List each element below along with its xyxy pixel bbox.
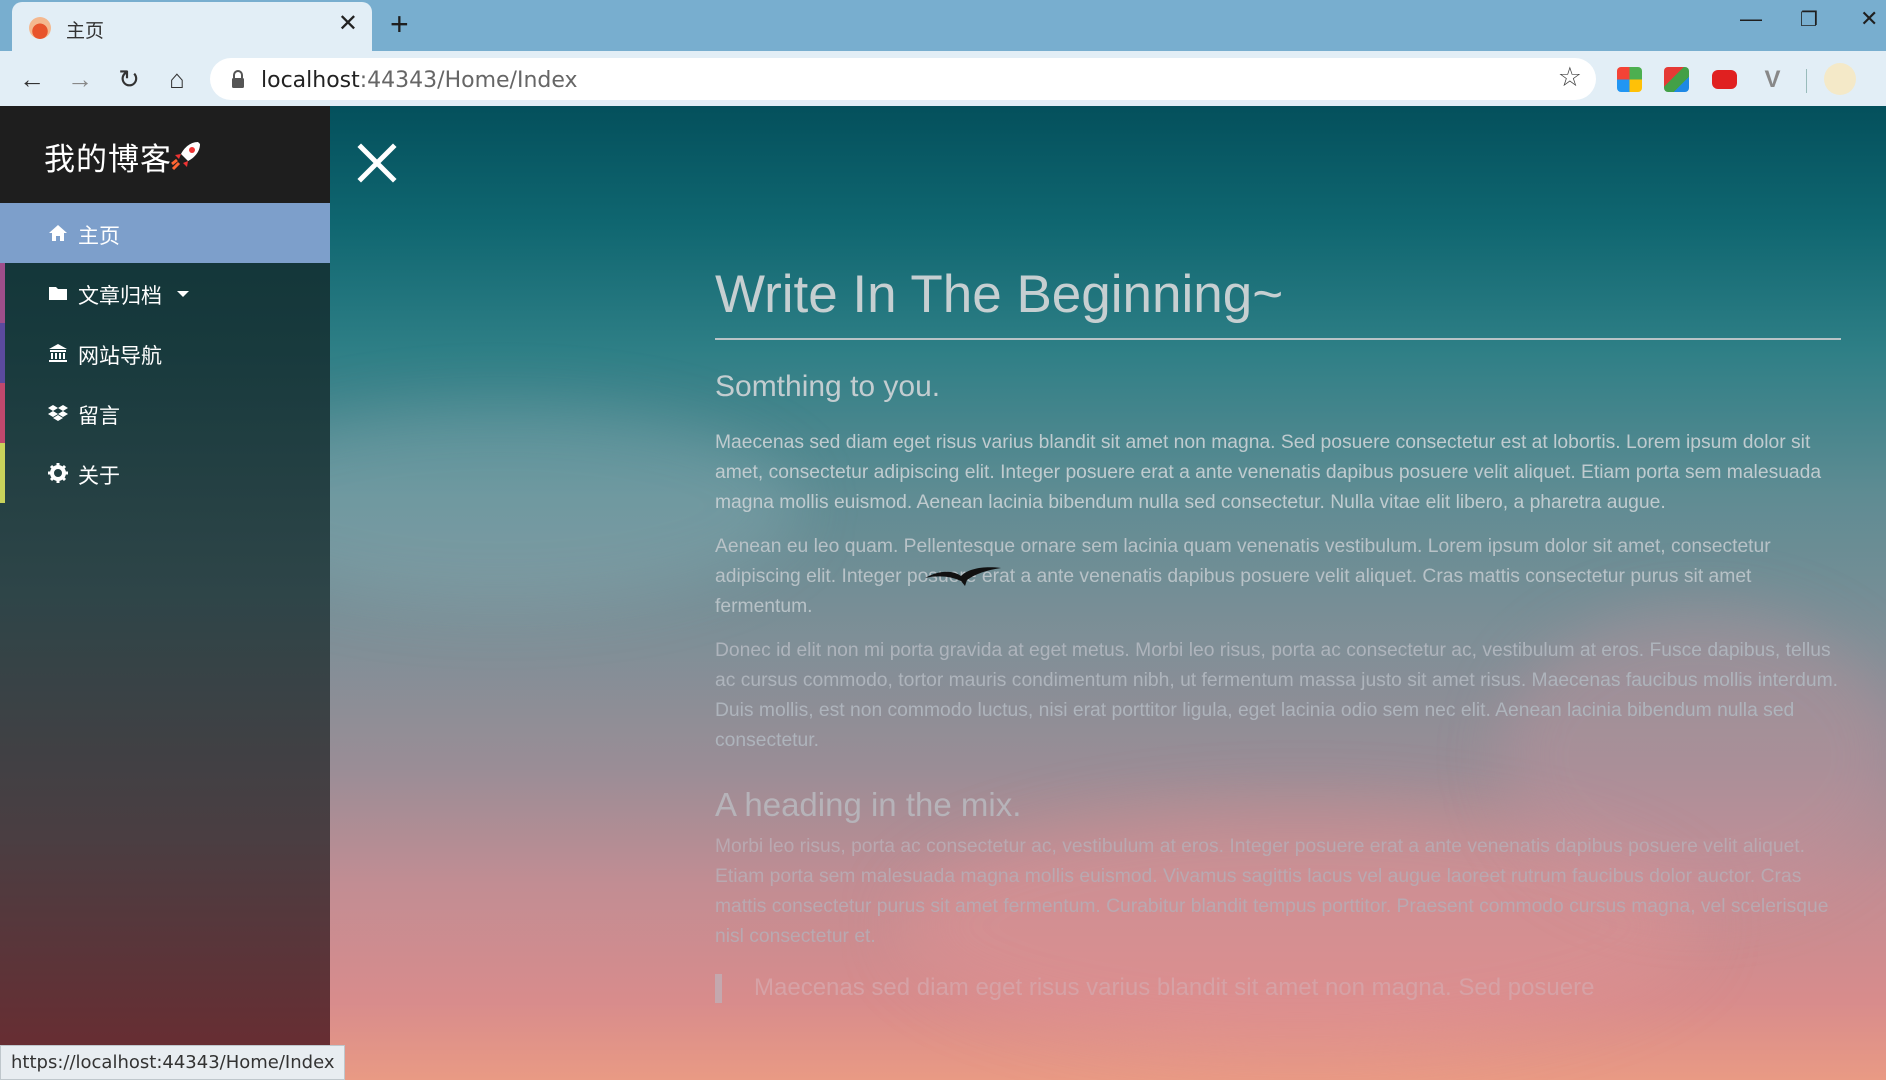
minimize-icon[interactable]: —	[1740, 8, 1762, 30]
folder-icon	[49, 287, 67, 300]
tab-close-icon[interactable]: ✕	[338, 12, 358, 36]
article-paragraph: Donec id elit non mi porta gravida at eg…	[715, 640, 1839, 752]
browser-tab-bar: 主页 ✕ + — ❐ ✕	[0, 0, 1886, 51]
status-bar-url: https://localhost:44343/Home/Index	[0, 1045, 346, 1080]
sidebar-item-label: 文章归档	[78, 284, 162, 308]
browser-toolbar: ← → ↻ ⌂ localhost:44343/Home/Index ☆ V ⋮	[0, 51, 1886, 106]
bank-icon	[49, 344, 67, 362]
reload-icon[interactable]: ↻	[112, 62, 146, 96]
sidebar-item-archive[interactable]: 文章归档	[0, 263, 330, 323]
article-title: Write In The Beginning~	[715, 265, 1841, 341]
home-button-icon[interactable]: ⌂	[160, 62, 194, 96]
article-heading: A heading in the mix.	[715, 786, 1022, 824]
extension-video-icon[interactable]	[1712, 70, 1737, 89]
blog-brand-title[interactable]: 我的博客	[44, 134, 172, 179]
article-subtitle: Somthing to you.	[715, 370, 941, 404]
article-blockquote: Maecenas sed diam eget risus varius blan…	[715, 974, 1841, 1004]
restore-icon[interactable]: ❐	[1800, 10, 1818, 30]
sidebar-brand-bar: 我的博客	[0, 106, 330, 203]
article-paragraph: Morbi leo risus, porta ac consectetur ac…	[715, 836, 1829, 948]
article-content: Write In The Beginning~ Somthing to you.…	[715, 265, 1841, 1004]
sidebar-item-label: 留言	[78, 404, 120, 428]
article-paragraph: Maecenas sed diam eget risus varius blan…	[715, 432, 1822, 514]
url-text: localhost:44343/Home/Index	[261, 68, 578, 93]
sidebar-menu: 主页 文章归档 网站导航 留言 关于	[0, 203, 330, 503]
back-arrow-icon[interactable]: ←	[15, 62, 49, 96]
rocket-icon	[171, 142, 200, 171]
toolbar-separator	[1806, 69, 1807, 93]
sidebar-item-label: 主页	[78, 224, 120, 248]
sidebar-item-label: 关于	[78, 464, 120, 488]
bird-silhouette	[925, 567, 1001, 586]
extension-download-icon[interactable]	[1664, 67, 1689, 92]
forward-arrow-icon[interactable]: →	[63, 62, 97, 96]
sidebar: 我的博客 主页 文章归档 网站导航 留言 关于	[0, 106, 330, 1080]
window-close-icon[interactable]: ✕	[1860, 8, 1878, 30]
lock-icon	[232, 70, 244, 88]
browser-tab[interactable]: 主页 ✕	[12, 2, 372, 51]
sidebar-item-site-nav[interactable]: 网站导航	[0, 323, 330, 383]
extension-v-icon[interactable]: V	[1760, 67, 1785, 92]
sidebar-item-about[interactable]: 关于	[0, 443, 330, 503]
tab-title: 主页	[66, 20, 105, 42]
sidebar-item-home[interactable]: 主页	[0, 203, 330, 263]
chevron-down-icon	[177, 291, 189, 297]
extension-colorful-icon[interactable]	[1617, 67, 1642, 92]
page-viewport: 我的博客 主页 文章归档 网站导航 留言 关于 Write In The Beg…	[0, 106, 1886, 1080]
profile-avatar-icon[interactable]	[1824, 63, 1856, 95]
sidebar-item-message[interactable]: 留言	[0, 383, 330, 443]
site-favicon-icon	[29, 17, 51, 39]
bookmark-star-icon[interactable]: ☆	[1558, 64, 1582, 91]
address-bar[interactable]: localhost:44343/Home/Index ☆	[210, 58, 1596, 100]
browser-menu-icon[interactable]: ⋮	[1875, 63, 1886, 89]
dropbox-icon	[48, 405, 68, 421]
gear-icon	[48, 463, 68, 483]
home-icon	[49, 225, 67, 241]
article-paragraph: Aenean eu leo quam. Pellentesque ornare …	[715, 536, 1771, 618]
sidebar-item-label: 网站导航	[78, 344, 162, 368]
new-tab-icon[interactable]: +	[390, 8, 409, 40]
close-sidebar-icon[interactable]	[355, 141, 399, 185]
